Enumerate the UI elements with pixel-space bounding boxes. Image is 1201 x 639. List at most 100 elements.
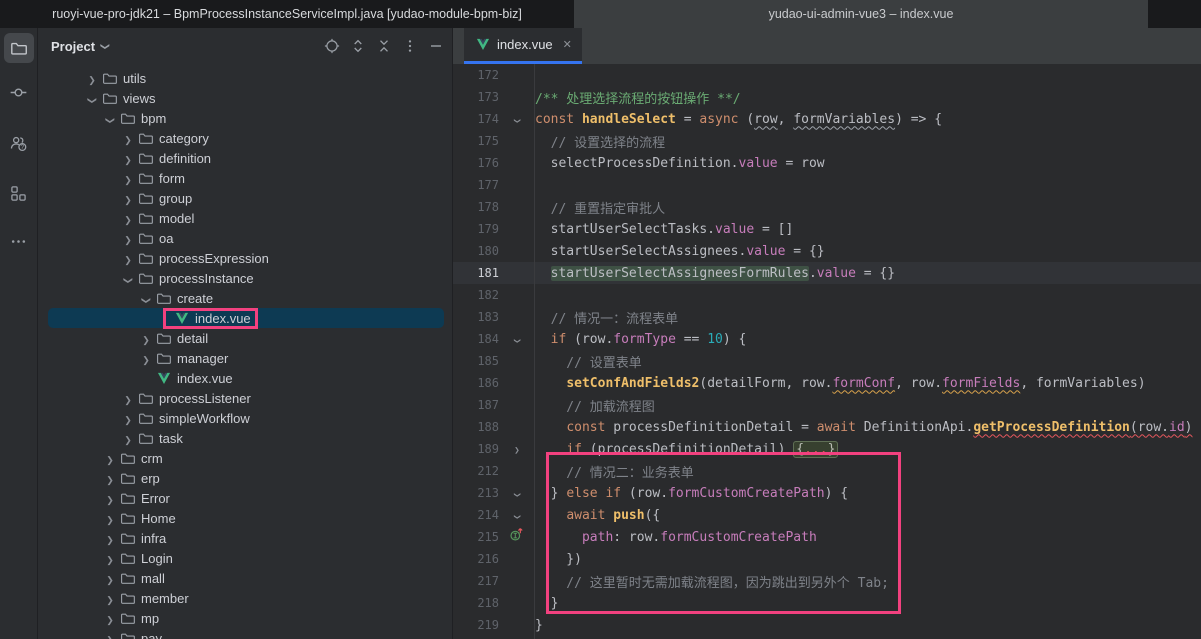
- locate-icon[interactable]: [324, 38, 340, 54]
- chevron-right-icon[interactable]: ❯: [118, 251, 138, 266]
- code-with-me-icon[interactable]: ?: [4, 128, 34, 158]
- code-line-180[interactable]: 180 startUserSelectAssignees.value = {}: [453, 240, 1201, 262]
- chevron-right-icon[interactable]: ❯: [118, 391, 138, 406]
- chevron-down-icon[interactable]: ❯: [118, 271, 138, 286]
- code-line-216[interactable]: 216 }): [453, 548, 1201, 570]
- fold-down-icon[interactable]: ❯: [499, 112, 535, 127]
- code-line-172[interactable]: 172: [453, 64, 1201, 86]
- code-line-173[interactable]: 173/** 处理选择流程的按钮操作 **/: [453, 86, 1201, 108]
- gutter-jump-icon[interactable]: [499, 527, 535, 547]
- chevron-right-icon[interactable]: ❯: [100, 631, 120, 639]
- tree-item-pay[interactable]: ❯pay: [48, 628, 444, 639]
- chevron-down-icon[interactable]: ❯: [136, 291, 156, 306]
- tree-item-Error[interactable]: ❯Error: [48, 488, 444, 508]
- tree-item-index-vue[interactable]: index.vue: [48, 308, 444, 328]
- chevron-right-icon[interactable]: ❯: [100, 491, 120, 506]
- chevron-right-icon[interactable]: ❯: [100, 591, 120, 606]
- chevron-down-icon[interactable]: ❯: [82, 91, 102, 106]
- chevron-right-icon[interactable]: ❯: [100, 551, 120, 566]
- chevron-right-icon[interactable]: ❯: [136, 351, 156, 366]
- tree-item-utils[interactable]: ❯utils: [48, 68, 444, 88]
- tree-item-task[interactable]: ❯task: [48, 428, 444, 448]
- chevron-right-icon[interactable]: ❯: [118, 171, 138, 186]
- chevron-right-icon[interactable]: ❯: [100, 511, 120, 526]
- tree-item-bpm[interactable]: ❯bpm: [48, 108, 444, 128]
- chevron-right-icon[interactable]: ❯: [100, 451, 120, 466]
- code-line-184[interactable]: 184❯ if (row.formType == 10) {: [453, 328, 1201, 350]
- more-tools-icon[interactable]: [4, 226, 34, 256]
- chevron-right-icon[interactable]: ❯: [118, 231, 138, 246]
- code-line-177[interactable]: 177: [453, 174, 1201, 196]
- chevron-right-icon[interactable]: ❯: [118, 191, 138, 206]
- close-icon[interactable]: ✕: [563, 38, 572, 51]
- chevron-right-icon[interactable]: ❯: [100, 471, 120, 486]
- chevron-right-icon[interactable]: ❯: [118, 211, 138, 226]
- project-panel-title[interactable]: Project: [51, 39, 95, 54]
- chevron-right-icon[interactable]: ❯: [100, 611, 120, 626]
- more-vertical-icon[interactable]: [402, 38, 418, 54]
- tree-item-group[interactable]: ❯group: [48, 188, 444, 208]
- tree-item-Home[interactable]: ❯Home: [48, 508, 444, 528]
- tree-item-create[interactable]: ❯create: [48, 288, 444, 308]
- code-line-218[interactable]: 218 }: [453, 592, 1201, 614]
- code-line-174[interactable]: 174❯const handleSelect = async (row, for…: [453, 108, 1201, 130]
- code-line-178[interactable]: 178 // 重置指定审批人: [453, 196, 1201, 218]
- tree-item-mall[interactable]: ❯mall: [48, 568, 444, 588]
- tree-item-detail[interactable]: ❯detail: [48, 328, 444, 348]
- code-line-183[interactable]: 183 // 情况一：流程表单: [453, 306, 1201, 328]
- tree-item-processExpression[interactable]: ❯processExpression: [48, 248, 444, 268]
- commit-icon[interactable]: [4, 77, 34, 107]
- chevron-down-icon[interactable]: ❯: [100, 111, 120, 126]
- code-line-186[interactable]: 186 setConfAndFields2(detailForm, row.fo…: [453, 372, 1201, 394]
- code-line-213[interactable]: 213❯ } else if (row.formCustomCreatePath…: [453, 482, 1201, 504]
- tree-item-oa[interactable]: ❯oa: [48, 228, 444, 248]
- tree-item-erp[interactable]: ❯erp: [48, 468, 444, 488]
- collapse-all-icon[interactable]: [376, 38, 392, 54]
- code-line-217[interactable]: 217 // 这里暂时无需加载流程图，因为跳出到另外个 Tab;: [453, 570, 1201, 592]
- tree-item-Login[interactable]: ❯Login: [48, 548, 444, 568]
- chevron-right-icon[interactable]: ❯: [82, 71, 102, 86]
- expand-all-icon[interactable]: [350, 38, 366, 54]
- code-line-215[interactable]: 215 path: row.formCustomCreatePath: [453, 526, 1201, 548]
- hide-panel-icon[interactable]: [428, 38, 444, 54]
- tree-item-model[interactable]: ❯model: [48, 208, 444, 228]
- tree-item-processInstance[interactable]: ❯processInstance: [48, 268, 444, 288]
- structure-icon[interactable]: [4, 178, 34, 208]
- tree-item-views[interactable]: ❯views: [48, 88, 444, 108]
- code-line-175[interactable]: 175 // 设置选择的流程: [453, 130, 1201, 152]
- fold-down-icon[interactable]: ❯: [499, 508, 535, 523]
- tree-item-form[interactable]: ❯form: [48, 168, 444, 188]
- fold-down-icon[interactable]: ❯: [499, 486, 535, 501]
- project-folder-icon[interactable]: [4, 33, 34, 63]
- tab-index-vue[interactable]: index.vue ✕: [464, 28, 582, 64]
- code-line-182[interactable]: 182: [453, 284, 1201, 306]
- code-line-189[interactable]: 189❯ if (processDefinitionDetail) {...}: [453, 438, 1201, 460]
- code-line-179[interactable]: 179 startUserSelectTasks.value = []: [453, 218, 1201, 240]
- chevron-right-icon[interactable]: ❯: [100, 571, 120, 586]
- fold-down-icon[interactable]: ❯: [499, 332, 535, 347]
- chevron-right-icon[interactable]: ❯: [100, 531, 120, 546]
- folded-region[interactable]: {...}: [793, 441, 838, 458]
- code-line-212[interactable]: 212 // 情况二：业务表单: [453, 460, 1201, 482]
- code-line-188[interactable]: 188 const processDefinitionDetail = awai…: [453, 416, 1201, 438]
- chevron-right-icon[interactable]: ❯: [118, 411, 138, 426]
- tree-item-index-vue[interactable]: index.vue: [48, 368, 444, 388]
- tree-item-manager[interactable]: ❯manager: [48, 348, 444, 368]
- code-line-176[interactable]: 176 selectProcessDefinition.value = row: [453, 152, 1201, 174]
- tree-item-mp[interactable]: ❯mp: [48, 608, 444, 628]
- tree-item-definition[interactable]: ❯definition: [48, 148, 444, 168]
- code-line-185[interactable]: 185 // 设置表单: [453, 350, 1201, 372]
- chevron-right-icon[interactable]: ❯: [118, 151, 138, 166]
- code-line-219[interactable]: 219}: [453, 614, 1201, 636]
- chevron-right-icon[interactable]: ❯: [118, 131, 138, 146]
- fold-right-icon[interactable]: ❯: [499, 442, 535, 457]
- code-line-187[interactable]: 187 // 加载流程图: [453, 394, 1201, 416]
- tree-item-infra[interactable]: ❯infra: [48, 528, 444, 548]
- tree-item-processListener[interactable]: ❯processListener: [48, 388, 444, 408]
- chevron-right-icon[interactable]: ❯: [118, 431, 138, 446]
- chevron-right-icon[interactable]: ❯: [136, 331, 156, 346]
- tree-item-member[interactable]: ❯member: [48, 588, 444, 608]
- tree-item-category[interactable]: ❯category: [48, 128, 444, 148]
- code-line-214[interactable]: 214❯ await push({: [453, 504, 1201, 526]
- tree-item-crm[interactable]: ❯crm: [48, 448, 444, 468]
